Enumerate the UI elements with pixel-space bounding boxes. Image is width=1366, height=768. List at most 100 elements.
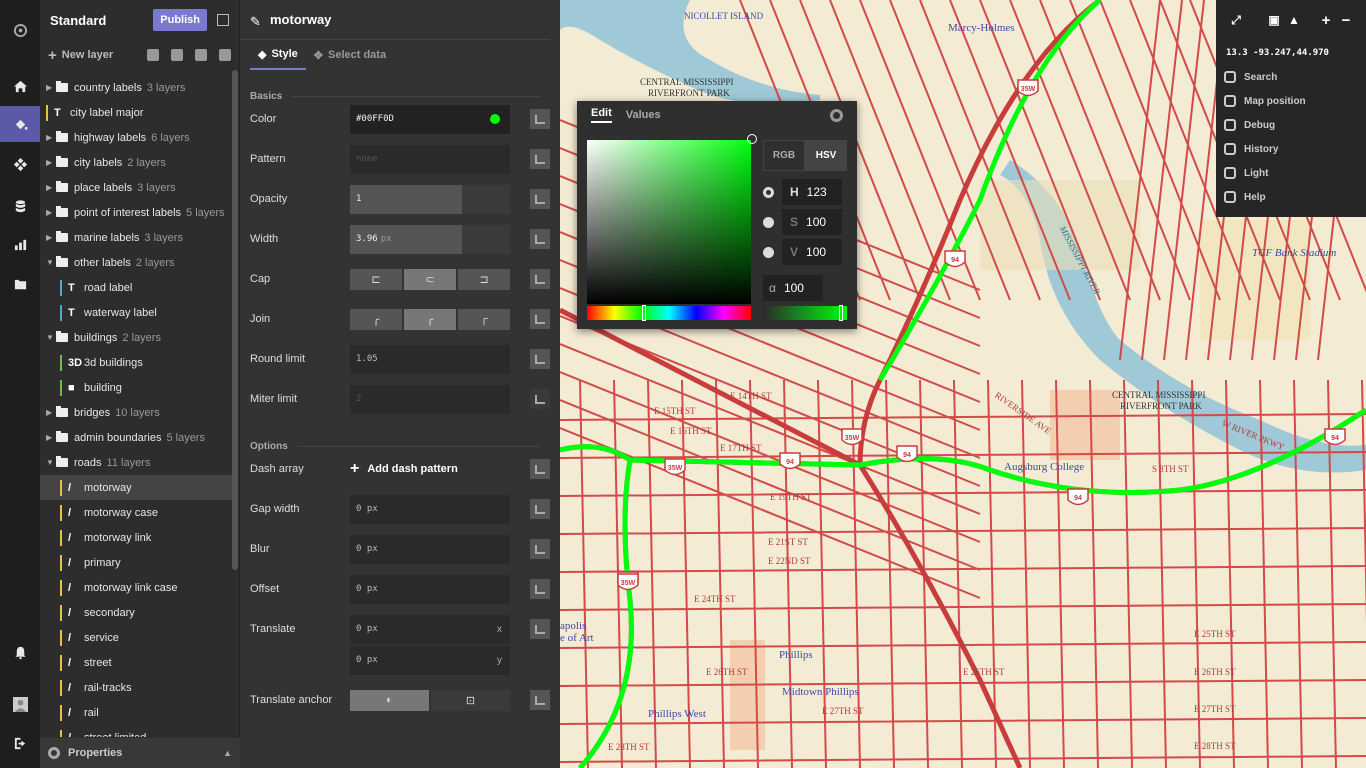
- offset-field[interactable]: 0 px: [350, 574, 510, 604]
- data-function-button[interactable]: [530, 149, 550, 169]
- hide-icon[interactable]: [195, 49, 207, 61]
- delete-icon[interactable]: [219, 49, 231, 61]
- v-radio[interactable]: [763, 246, 774, 258]
- mode-rgb[interactable]: RGB: [763, 140, 805, 171]
- data-function-button[interactable]: [530, 619, 550, 639]
- join-miter-button[interactable]: ┌: [458, 308, 510, 330]
- layer-group[interactable]: ▶ country labels 3 layers: [40, 75, 233, 100]
- compass-icon[interactable]: ▲: [1284, 10, 1304, 30]
- database-icon[interactable]: [0, 188, 40, 224]
- layer-item[interactable]: Troad label: [40, 275, 233, 300]
- chart-icon[interactable]: [0, 226, 40, 262]
- chevron-right-icon[interactable]: ▶: [46, 83, 54, 92]
- join-round-button[interactable]: ╭: [404, 308, 456, 330]
- join-bevel-button[interactable]: ╭: [350, 308, 402, 330]
- cap-butt-button[interactable]: ⊏: [350, 268, 402, 290]
- translate-x-field[interactable]: 0 px x: [350, 614, 510, 644]
- bell-icon[interactable]: [0, 634, 40, 670]
- h-radio[interactable]: [763, 186, 774, 198]
- chevron-right-icon[interactable]: ▶: [46, 183, 54, 192]
- layer-item[interactable]: Twaterway label: [40, 300, 233, 325]
- data-function-button[interactable]: [530, 579, 550, 599]
- chevron-right-icon[interactable]: ▶: [46, 133, 54, 142]
- layer-group[interactable]: ▶ admin boundaries 5 layers: [40, 425, 233, 450]
- sv-handle[interactable]: [747, 134, 757, 144]
- properties-bar[interactable]: Properties ▲: [40, 738, 240, 768]
- layer-item[interactable]: ■ building: [40, 375, 233, 400]
- anchor-viewport-button[interactable]: ⊡: [431, 689, 510, 711]
- layer-group[interactable]: ▶ place labels 3 layers: [40, 175, 233, 200]
- gap-width-field[interactable]: 0 px: [350, 494, 510, 524]
- data-function-button[interactable]: [530, 459, 550, 479]
- data-function-button[interactable]: [530, 189, 550, 209]
- miter-limit-field[interactable]: 2: [350, 384, 510, 414]
- tab-edit[interactable]: Edit: [591, 107, 612, 123]
- hue-slider[interactable]: [587, 305, 751, 321]
- mode-hsv[interactable]: HSV: [805, 140, 847, 171]
- add-dash-pattern-button[interactable]: + Add dash pattern: [350, 460, 458, 478]
- chevron-down-icon[interactable]: ▼: [46, 458, 54, 467]
- layer-item[interactable]: / street: [40, 650, 233, 675]
- data-function-button[interactable]: [530, 229, 550, 249]
- layer-group[interactable]: ▶ point of interest labels 5 layers: [40, 200, 233, 225]
- chevron-right-icon[interactable]: ▶: [46, 408, 54, 417]
- layer-list-scrollbar[interactable]: [232, 70, 238, 570]
- tab-style[interactable]: ◆ Style: [250, 40, 306, 70]
- anchor-map-button[interactable]: ◐: [350, 689, 429, 711]
- cap-round-button[interactable]: ⊂: [404, 268, 456, 290]
- new-layer-button[interactable]: + New layer: [48, 47, 135, 64]
- paint-bucket-icon[interactable]: [0, 106, 40, 142]
- layer-group[interactable]: ▼ buildings 2 layers: [40, 325, 233, 350]
- user-icon[interactable]: [0, 686, 40, 722]
- cap-square-button[interactable]: ⊐: [458, 268, 510, 290]
- layer-item[interactable]: 3D 3d buildings: [40, 350, 233, 375]
- logout-icon[interactable]: [0, 725, 40, 761]
- layer-item[interactable]: / street limited: [40, 725, 233, 737]
- s-radio[interactable]: [763, 216, 774, 228]
- chevron-right-icon[interactable]: ▶: [46, 208, 54, 217]
- data-function-button[interactable]: [530, 109, 550, 129]
- data-function-button[interactable]: [530, 389, 550, 409]
- chevron-down-icon[interactable]: ▼: [46, 333, 54, 342]
- color-swatch[interactable]: [490, 114, 500, 124]
- round-limit-field[interactable]: 1.05: [350, 344, 510, 374]
- layer-group[interactable]: ▶ bridges 10 layers: [40, 400, 233, 425]
- map-menu-item[interactable]: Help: [1224, 185, 1266, 209]
- fullscreen-icon[interactable]: ⤢: [1226, 10, 1246, 30]
- data-function-button[interactable]: [530, 539, 550, 559]
- hue-handle[interactable]: [642, 305, 646, 321]
- zoom-in-icon[interactable]: +: [1316, 10, 1336, 30]
- group-icon[interactable]: [171, 49, 183, 61]
- layer-item[interactable]: / secondary: [40, 600, 233, 625]
- file-icon[interactable]: [0, 266, 40, 302]
- home-icon[interactable]: [0, 68, 40, 104]
- layer-group[interactable]: ▶ highway labels 6 layers: [40, 125, 233, 150]
- chevron-right-icon[interactable]: ▶: [46, 233, 54, 242]
- chevron-right-icon[interactable]: ▶: [46, 433, 54, 442]
- map-menu-item[interactable]: Map position: [1224, 89, 1306, 113]
- alpha-handle[interactable]: [839, 305, 843, 321]
- chevron-down-icon[interactable]: ▼: [46, 258, 54, 267]
- alpha-slider[interactable]: [763, 305, 847, 321]
- opacity-field[interactable]: 1: [350, 184, 510, 214]
- publish-button[interactable]: Publish: [153, 9, 207, 31]
- pattern-field[interactable]: none: [350, 144, 510, 174]
- blur-field[interactable]: 0 px: [350, 534, 510, 564]
- layer-group[interactable]: ▼ roads 11 layers: [40, 450, 233, 475]
- layer-group[interactable]: ▶ city labels 2 layers: [40, 150, 233, 175]
- data-function-button[interactable]: [530, 309, 550, 329]
- color-field[interactable]: #00FF0D: [350, 104, 510, 134]
- saturation-value-area[interactable]: [587, 134, 757, 304]
- layer-item[interactable]: / service: [40, 625, 233, 650]
- data-function-button[interactable]: [530, 499, 550, 519]
- chevron-right-icon[interactable]: ▶: [46, 158, 54, 167]
- duplicate-icon[interactable]: [147, 49, 159, 61]
- layer-item[interactable]: / motorway case: [40, 500, 233, 525]
- alpha-field[interactable]: α 100: [763, 275, 823, 301]
- layer-item[interactable]: / rail-tracks: [40, 675, 233, 700]
- map-menu-item[interactable]: History: [1224, 137, 1278, 161]
- data-function-button[interactable]: [530, 690, 550, 710]
- layer-item[interactable]: / motorway link: [40, 525, 233, 550]
- translate-y-field[interactable]: 0 px y: [350, 645, 510, 675]
- layer-item[interactable]: / primary: [40, 550, 233, 575]
